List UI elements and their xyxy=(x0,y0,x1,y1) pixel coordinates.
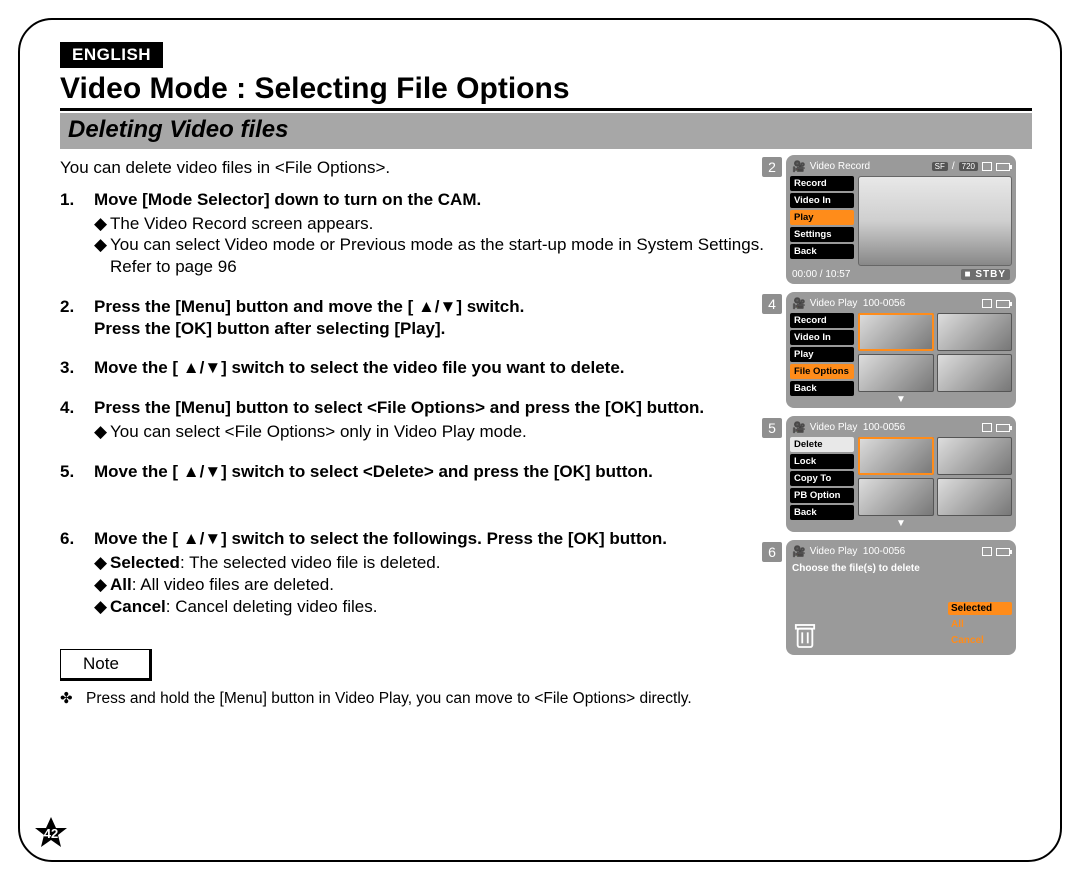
lcd-menu-item[interactable]: Record xyxy=(790,176,854,191)
page-number-badge: 42 xyxy=(34,816,68,850)
step-lead: Move the [ ▲/▼] switch to select the vid… xyxy=(94,357,780,379)
screenshot-tag: 5 xyxy=(762,418,782,438)
step-sub: You can select <File Options> only in Vi… xyxy=(110,421,527,443)
lcd-menu: Delete Lock Copy To PB Option Back xyxy=(790,437,854,520)
screenshot-tag: 4 xyxy=(762,294,782,314)
step-sub: The Video Record screen appears. xyxy=(110,213,373,235)
step-2: 2. Press the [Menu] button and move the … xyxy=(60,296,780,340)
step-number: 4. xyxy=(60,397,94,443)
page-title: Video Mode : Selecting File Options xyxy=(60,72,570,106)
camera-icon: 🎥 xyxy=(792,297,806,310)
lcd-menu: Record Video In Play Settings Back xyxy=(790,176,854,266)
lcd-menu-item[interactable]: Back xyxy=(790,505,854,520)
battery-icon xyxy=(996,424,1010,432)
screenshot-step-2: 2 🎥 Video Record SF / 720 Record xyxy=(786,155,1032,284)
lcd-status: ■ STBY xyxy=(961,269,1011,280)
step-lead: Move the [ ▲/▼] switch to select the fol… xyxy=(94,528,780,550)
thumbnail[interactable] xyxy=(937,437,1013,475)
card-icon xyxy=(982,299,992,308)
lcd-pill: SF xyxy=(932,162,948,171)
steps-list: 1. Move [Mode Selector] down to turn on … xyxy=(60,189,780,618)
lcd-menu-item[interactable]: Video In xyxy=(790,193,854,208)
step-number: 6. xyxy=(60,528,94,617)
card-icon xyxy=(982,162,992,171)
step-5: 5. Move the [ ▲/▼] switch to select <Del… xyxy=(60,461,780,483)
lcd-menu-item[interactable]: Play xyxy=(790,347,854,362)
scroll-down-icon: ▼ xyxy=(790,396,1012,404)
lcd-title: Video Play 100-0056 xyxy=(810,422,978,433)
step-sub: All: All video files are deleted. xyxy=(110,574,334,596)
thumbnail[interactable] xyxy=(858,354,934,392)
lcd-options: Selected All Cancel xyxy=(948,602,1012,647)
step-4: 4. Press the [Menu] button to select <Fi… xyxy=(60,397,780,443)
card-icon xyxy=(982,547,992,556)
step-lead: Move the [ ▲/▼] switch to select <Delete… xyxy=(94,461,780,483)
step-sub: Cancel: Cancel deleting video files. xyxy=(110,596,377,618)
note-text: Press and hold the [Menu] button in Vide… xyxy=(86,689,692,709)
lcd-pill: 720 xyxy=(959,162,978,171)
thumbnail-selected[interactable] xyxy=(858,313,934,351)
step-lead: Move [Mode Selector] down to turn on the… xyxy=(94,189,780,211)
lcd-thumbnails xyxy=(858,313,1012,396)
lcd-menu-item[interactable]: Copy To xyxy=(790,471,854,486)
lcd-menu-item-selected[interactable]: Delete xyxy=(790,437,854,452)
lcd-option-selected[interactable]: Selected xyxy=(948,602,1012,615)
step-number: 2. xyxy=(60,296,94,340)
battery-icon xyxy=(996,163,1010,171)
card-icon xyxy=(982,423,992,432)
lcd-menu-item[interactable]: Back xyxy=(790,381,854,396)
lcd-menu-item[interactable]: Record xyxy=(790,313,854,328)
step-sub: You can select Video mode or Previous mo… xyxy=(110,234,780,278)
screenshot-step-5: 5 🎥 Video Play 100-0056 Delete Lock Copy… xyxy=(786,416,1032,532)
lcd-thumbnails xyxy=(858,437,1012,520)
lcd-menu-item[interactable]: Video In xyxy=(790,330,854,345)
screenshot-step-4: 4 🎥 Video Play 100-0056 Record Video In … xyxy=(786,292,1032,408)
lcd-prompt: Choose the file(s) to delete xyxy=(790,561,922,581)
screenshot-step-6: 6 🎥 Video Play 100-0056 Choose the file(… xyxy=(786,540,1032,655)
intro-text: You can delete video files in <File Opti… xyxy=(60,157,780,179)
step-number: 1. xyxy=(60,189,94,278)
lcd-preview-image xyxy=(858,176,1012,266)
lcd-time: 00:00 / 10:57 xyxy=(792,269,850,280)
lcd-menu-item[interactable]: Back xyxy=(790,244,854,259)
step-number: 5. xyxy=(60,461,94,483)
language-tab: ENGLISH xyxy=(60,42,163,68)
step-3: 3. Move the [ ▲/▼] switch to select the … xyxy=(60,357,780,379)
trash-icon xyxy=(794,623,816,649)
lcd-title: Video Play 100-0056 xyxy=(810,546,978,557)
step-sub: Selected: The selected video file is del… xyxy=(110,552,440,574)
step-6: 6. Move the [ ▲/▼] switch to select the … xyxy=(60,528,780,617)
battery-icon xyxy=(996,300,1010,308)
lcd-menu-item[interactable]: Lock xyxy=(790,454,854,469)
step-lead: Press the [Menu] button and move the [ ▲… xyxy=(94,296,780,340)
lcd-menu: Record Video In Play File Options Back xyxy=(790,313,854,396)
lcd-menu-item-selected[interactable]: File Options xyxy=(790,364,854,379)
note-line: ✤ Press and hold the [Menu] button in Vi… xyxy=(60,689,780,709)
battery-icon xyxy=(996,548,1010,556)
note-bullet-icon: ✤ xyxy=(60,689,86,709)
lcd-title: Video Play 100-0056 xyxy=(810,298,978,309)
screenshot-tag: 6 xyxy=(762,542,782,562)
step-1: 1. Move [Mode Selector] down to turn on … xyxy=(60,189,780,278)
camera-icon: 🎥 xyxy=(792,545,806,558)
thumbnail[interactable] xyxy=(937,354,1013,392)
lcd-option[interactable]: Cancel xyxy=(948,634,1012,647)
lcd-title: Video Record xyxy=(810,161,928,172)
step-number: 3. xyxy=(60,357,94,379)
lcd-option[interactable]: All xyxy=(948,618,1012,631)
step-lead: Press the [Menu] button to select <File … xyxy=(94,397,780,419)
lcd-menu-item-selected[interactable]: Play xyxy=(790,210,854,225)
thumbnail[interactable] xyxy=(937,478,1013,516)
camera-icon: 🎥 xyxy=(792,160,806,173)
scroll-down-icon: ▼ xyxy=(790,520,1012,528)
section-subtitle: Deleting Video files xyxy=(68,116,1024,144)
lcd-menu-item[interactable]: Settings xyxy=(790,227,854,242)
lcd-menu-item[interactable]: PB Option xyxy=(790,488,854,503)
thumbnail[interactable] xyxy=(858,478,934,516)
thumbnail-selected[interactable] xyxy=(858,437,934,475)
camera-icon: 🎥 xyxy=(792,421,806,434)
screenshot-tag: 2 xyxy=(762,157,782,177)
note-label-box: Note xyxy=(60,649,152,681)
thumbnail[interactable] xyxy=(937,313,1013,351)
